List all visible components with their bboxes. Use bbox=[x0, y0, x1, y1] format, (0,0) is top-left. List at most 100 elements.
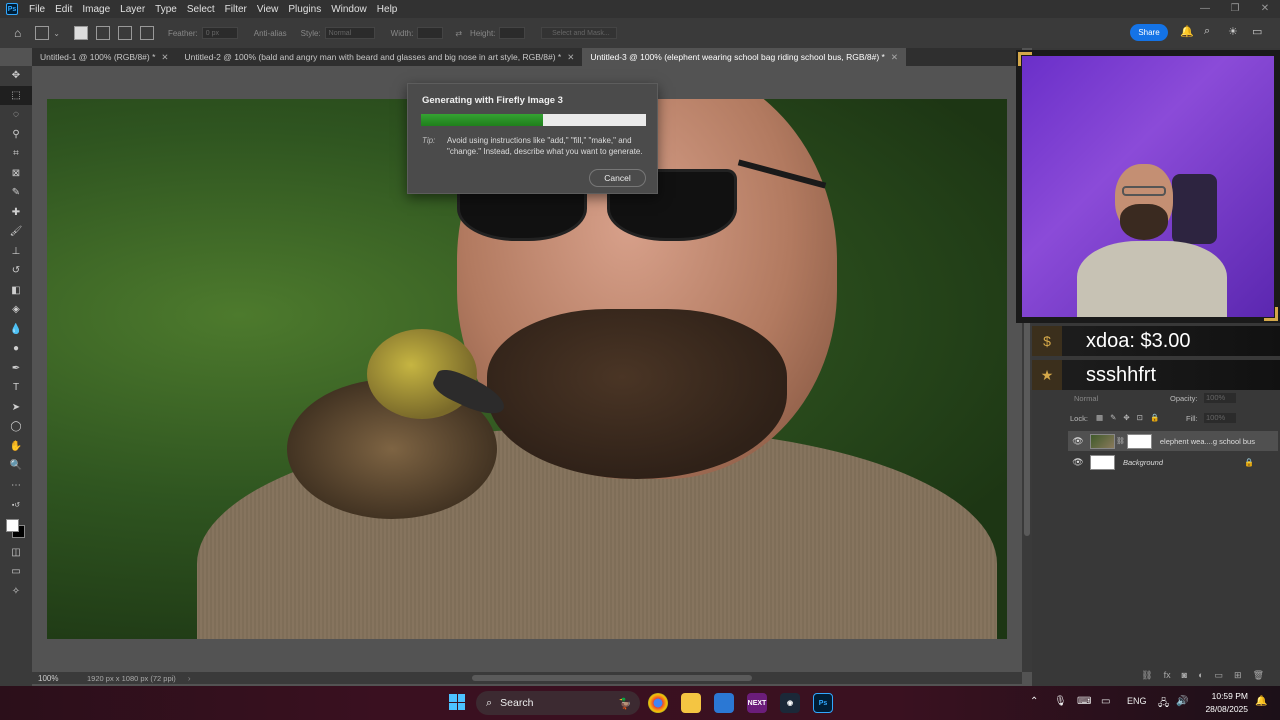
bell-icon[interactable]: 🔔 bbox=[1180, 25, 1194, 38]
taskbar-search[interactable]: ⌕ Search 🦆 bbox=[476, 691, 640, 715]
brush-tool-icon[interactable]: 🖌 bbox=[0, 222, 32, 242]
menu-edit[interactable]: Edit bbox=[50, 4, 77, 15]
anti-alias-label[interactable]: Anti-alias bbox=[254, 29, 287, 38]
photoshop-taskbar-icon[interactable]: Ps bbox=[813, 693, 833, 713]
screen-mode-icon[interactable]: ▭ bbox=[0, 562, 32, 582]
pen-tool-icon[interactable]: ✒ bbox=[0, 359, 32, 379]
generative-icon[interactable]: ✧ bbox=[0, 582, 32, 602]
foreground-color-swatch[interactable] bbox=[6, 518, 19, 532]
tab-untitled-3[interactable]: Untitled-3 @ 100% (elephent wearing scho… bbox=[582, 48, 906, 66]
subtract-selection-icon[interactable] bbox=[117, 26, 132, 40]
swap-icon[interactable]: ⇄ bbox=[455, 29, 462, 38]
workspace-icon[interactable]: ▭ bbox=[1252, 25, 1262, 38]
close-icon[interactable]: ✕ bbox=[1250, 0, 1280, 18]
menu-image[interactable]: Image bbox=[77, 4, 115, 15]
spot-healing-tool-icon[interactable]: ✚ bbox=[0, 203, 32, 223]
menu-type[interactable]: Type bbox=[150, 4, 182, 15]
marquee-tool-icon[interactable]: ⬚ bbox=[0, 85, 32, 105]
clock[interactable]: 10:59 PM 28/08/2025 bbox=[1200, 690, 1248, 716]
cancel-button[interactable]: Cancel bbox=[589, 169, 646, 187]
menu-window[interactable]: Window bbox=[326, 4, 372, 15]
eyedropper-tool-icon[interactable]: ✎ bbox=[0, 183, 32, 203]
minimize-icon[interactable]: — bbox=[1190, 0, 1220, 18]
layer-name[interactable]: Background bbox=[1123, 458, 1163, 467]
zoom-level[interactable]: 100% bbox=[32, 674, 77, 683]
mask-thumbnail[interactable] bbox=[1126, 433, 1152, 449]
chrome-icon[interactable] bbox=[648, 693, 668, 713]
tab-untitled-1[interactable]: Untitled-1 @ 100% (RGB/8#) * ✕ bbox=[32, 48, 177, 66]
blend-mode-select[interactable]: Normal bbox=[1074, 394, 1098, 403]
height-input[interactable] bbox=[499, 27, 526, 39]
style-select[interactable]: Normal bbox=[324, 27, 375, 39]
add-mask-icon[interactable]: ◙ bbox=[1182, 670, 1187, 680]
eye-icon[interactable]: 👁 bbox=[1068, 457, 1088, 468]
adjustment-layer-icon[interactable]: ◐ bbox=[1198, 670, 1203, 680]
clone-stamp-tool-icon[interactable]: ⊥ bbox=[0, 242, 32, 262]
microphone-icon[interactable]: 🎙 bbox=[1054, 696, 1067, 707]
volume-icon[interactable]: 🔊 bbox=[1176, 696, 1188, 707]
default-colors-icon[interactable]: ▪↺ bbox=[0, 495, 32, 515]
menu-help[interactable]: Help bbox=[372, 4, 403, 15]
store-icon[interactable] bbox=[714, 693, 734, 713]
close-icon[interactable]: ✕ bbox=[567, 52, 574, 62]
type-tool-icon[interactable]: T bbox=[0, 378, 32, 398]
shape-tool-icon[interactable]: ◯ bbox=[0, 417, 32, 437]
move-tool-icon[interactable]: ✥ bbox=[0, 66, 32, 86]
share-button[interactable]: Share bbox=[1130, 24, 1168, 41]
new-selection-icon[interactable] bbox=[73, 26, 88, 40]
path-select-tool-icon[interactable]: ➤ bbox=[0, 398, 32, 418]
menu-filter[interactable]: Filter bbox=[220, 4, 252, 15]
home-icon[interactable]: ⌂ bbox=[14, 26, 21, 40]
delete-layer-icon[interactable]: 🗑 bbox=[1253, 670, 1264, 681]
restore-icon[interactable]: ❐ bbox=[1220, 0, 1250, 18]
more-tools-icon[interactable]: ⋯ bbox=[0, 476, 32, 496]
opacity-input[interactable]: 100% bbox=[1204, 393, 1236, 403]
link-layers-icon[interactable]: ⛓ bbox=[1141, 670, 1152, 681]
layer-name[interactable]: elephent wea....g school bus bbox=[1160, 437, 1255, 446]
tab-untitled-2[interactable]: Untitled-2 @ 100% (bald and angry man wi… bbox=[177, 48, 583, 66]
quick-mask-icon[interactable]: ◫ bbox=[0, 543, 32, 563]
steam-icon[interactable]: ◉ bbox=[780, 693, 800, 713]
object-select-tool-icon[interactable]: ⚲ bbox=[0, 125, 32, 145]
history-brush-tool-icon[interactable]: ↺ bbox=[0, 261, 32, 281]
discover-icon[interactable]: ☀ bbox=[1228, 25, 1238, 38]
network-icon[interactable]: 🖧 bbox=[1158, 696, 1169, 713]
blur-tool-icon[interactable]: 💧 bbox=[0, 320, 32, 340]
new-group-icon[interactable]: ▭ bbox=[1215, 670, 1224, 681]
new-layer-icon[interactable]: ⊞ bbox=[1234, 670, 1242, 681]
width-input[interactable] bbox=[417, 27, 444, 39]
display-icon[interactable]: ▭ bbox=[1101, 696, 1110, 707]
fx-icon[interactable]: fx bbox=[1164, 670, 1171, 680]
language-indicator[interactable]: ENG bbox=[1127, 696, 1147, 706]
close-icon[interactable]: ✕ bbox=[161, 52, 168, 62]
eraser-tool-icon[interactable]: ◧ bbox=[0, 281, 32, 301]
menu-select[interactable]: Select bbox=[182, 4, 220, 15]
keyboard-icon[interactable]: ⌨ bbox=[1077, 696, 1091, 707]
feather-input[interactable]: 0 px bbox=[201, 27, 238, 39]
next-app-icon[interactable]: NEXT bbox=[747, 693, 767, 713]
chevron-right-icon[interactable]: › bbox=[188, 674, 191, 683]
zoom-tool-icon[interactable]: 🔍 bbox=[0, 456, 32, 476]
file-explorer-icon[interactable] bbox=[681, 693, 701, 713]
menu-view[interactable]: View bbox=[252, 4, 284, 15]
frame-tool-icon[interactable]: ⊠ bbox=[0, 164, 32, 184]
fill-input[interactable]: 100% bbox=[1204, 413, 1236, 423]
search-icon[interactable]: ⌕ bbox=[1204, 25, 1210, 38]
intersect-selection-icon[interactable] bbox=[139, 26, 154, 40]
menu-plugins[interactable]: Plugins bbox=[283, 4, 326, 15]
close-icon[interactable]: ✕ bbox=[891, 52, 898, 62]
menu-file[interactable]: File bbox=[24, 4, 50, 15]
notification-icon[interactable]: 🔔 bbox=[1255, 696, 1267, 707]
chevron-down-icon[interactable]: ⌄ bbox=[53, 29, 60, 38]
select-and-mask-button[interactable]: Select and Mask... bbox=[541, 27, 618, 39]
dodge-tool-icon[interactable]: ● bbox=[0, 339, 32, 359]
add-selection-icon[interactable] bbox=[95, 26, 110, 40]
menu-layer[interactable]: Layer bbox=[115, 4, 150, 15]
eye-icon[interactable]: 👁 bbox=[1068, 436, 1088, 447]
marquee-options-icon[interactable] bbox=[35, 26, 50, 40]
document-info[interactable]: 1920 px x 1080 px (72 ppi) bbox=[87, 674, 176, 683]
crop-tool-icon[interactable]: ⌗ bbox=[0, 144, 32, 164]
gradient-tool-icon[interactable]: ◈ bbox=[0, 300, 32, 320]
windows-start-icon[interactable] bbox=[449, 694, 465, 710]
lasso-tool-icon[interactable]: ◌ bbox=[0, 105, 32, 125]
